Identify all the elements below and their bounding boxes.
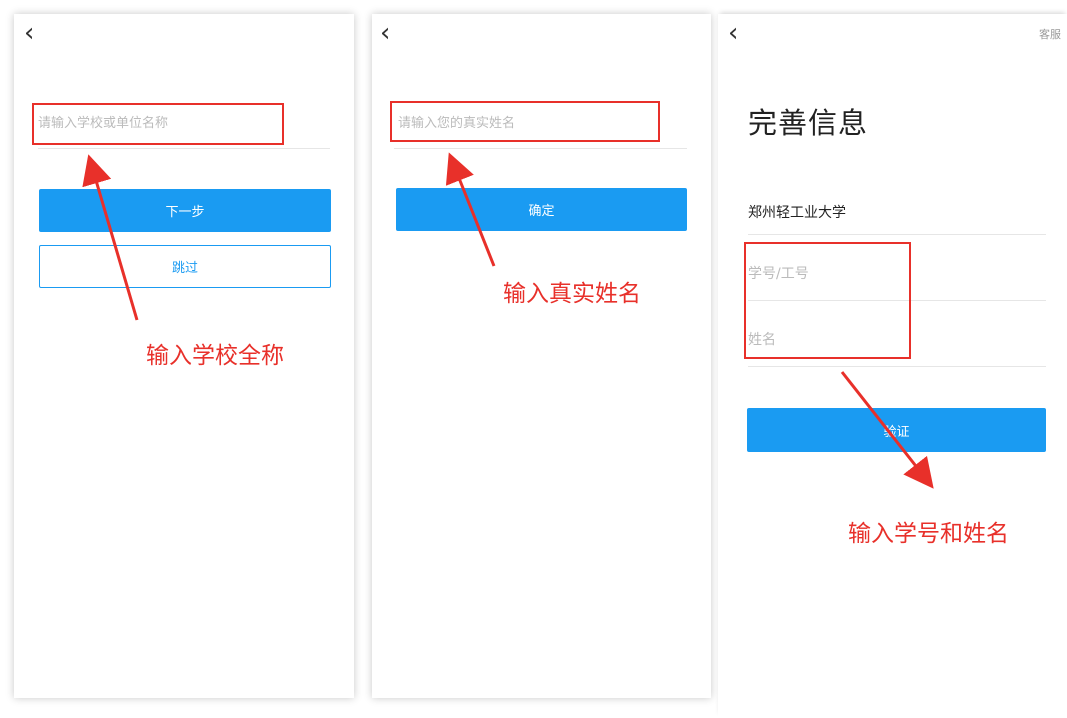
input-underline — [394, 148, 687, 149]
back-chevron-icon[interactable]: ‹ — [24, 20, 34, 46]
skip-button[interactable]: 跳过 — [39, 245, 331, 288]
annotation-id-name: 输入学号和姓名 — [848, 521, 1009, 547]
page-title: 完善信息 — [748, 106, 869, 140]
school-name: 郑州轻工业大学 — [748, 205, 846, 221]
divider — [748, 366, 1046, 367]
confirm-button[interactable]: 确定 — [396, 188, 687, 231]
next-step-button[interactable]: 下一步 — [39, 189, 331, 232]
customer-service-link[interactable]: 客服 — [1039, 26, 1061, 42]
back-chevron-icon[interactable]: ‹ — [380, 20, 390, 46]
highlight-box-school — [32, 103, 284, 145]
screen-complete-info: ‹ 客服 完善信息 郑州轻工业大学 验证 — [718, 14, 1067, 718]
divider — [748, 234, 1046, 235]
highlight-box-id-name — [744, 242, 911, 359]
annotation-school: 输入学校全称 — [146, 343, 284, 369]
input-underline — [38, 148, 330, 149]
highlight-box-name — [390, 101, 660, 142]
annotation-real-name: 输入真实姓名 — [503, 281, 641, 307]
verify-button[interactable]: 验证 — [747, 408, 1046, 452]
back-chevron-icon[interactable]: ‹ — [728, 20, 738, 46]
